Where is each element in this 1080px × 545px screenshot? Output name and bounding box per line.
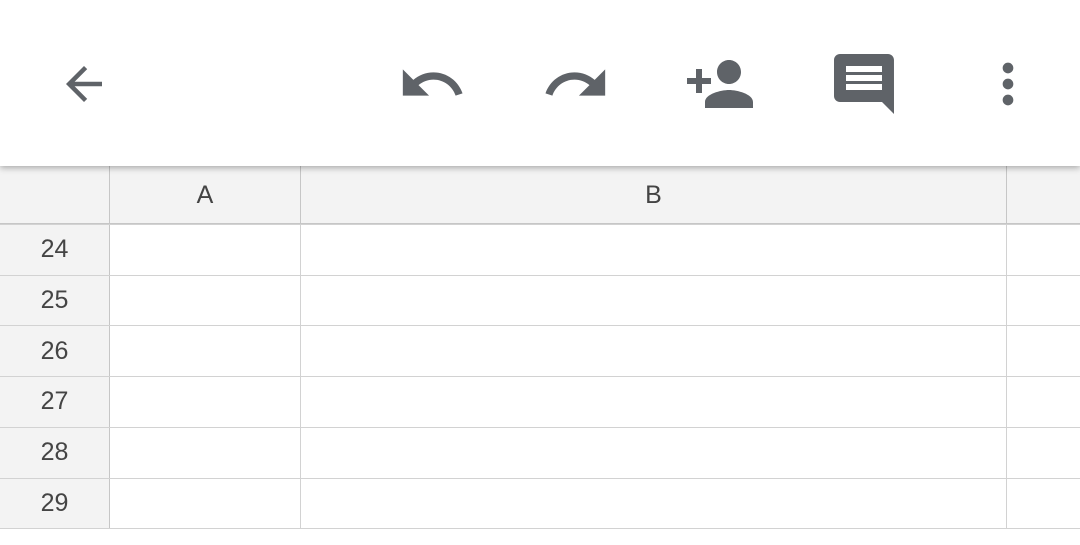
table-row: 26 [0,326,1080,377]
table-row: 29 [0,478,1080,530]
spreadsheet-grid: A B 23 24 25 26 27 [0,166,1080,545]
cell[interactable] [301,275,1007,326]
redo-icon [545,69,606,96]
more-vert-icon [1002,62,1014,106]
table-row: 24 [0,224,1080,276]
column-header-c[interactable] [1007,166,1080,224]
cell[interactable] [1007,224,1080,275]
cell[interactable] [1007,377,1080,427]
cell[interactable] [301,326,1007,376]
cell[interactable] [1007,478,1080,529]
cell[interactable] [110,377,301,427]
cell[interactable] [110,478,301,529]
row-header[interactable]: 24 [0,224,110,275]
share-button[interactable] [680,44,760,124]
back-button[interactable] [44,44,124,124]
column-header-a[interactable]: A [110,166,301,224]
cell[interactable] [1007,326,1080,376]
undo-button[interactable] [392,44,472,124]
select-all-corner[interactable] [0,166,110,224]
row-list: 23 24 25 26 27 [0,174,1080,530]
row-header[interactable]: 28 [0,427,110,478]
redo-button[interactable] [536,44,616,124]
cell[interactable] [301,377,1007,427]
table-row: 28 [0,427,1080,479]
column-header-b[interactable]: B [301,166,1007,224]
cell[interactable] [110,224,301,275]
row-header[interactable]: 29 [0,478,110,529]
cell[interactable] [1007,275,1080,326]
column-header-bar: A B [0,166,1080,224]
comment-icon [834,54,894,114]
cell[interactable] [110,275,301,326]
add-person-icon [687,60,753,108]
table-row: 25 [0,275,1080,327]
table-row: 27 [0,377,1080,428]
row-header[interactable]: 25 [0,275,110,326]
back-arrow-icon [66,66,102,102]
more-options-button[interactable] [968,44,1048,124]
undo-icon [402,69,463,96]
cell[interactable] [110,427,301,478]
comments-button[interactable] [824,44,904,124]
top-toolbar [0,0,1080,166]
cell[interactable] [301,478,1007,529]
cell[interactable] [301,427,1007,478]
cell[interactable] [301,224,1007,275]
cell[interactable] [1007,427,1080,478]
row-header[interactable]: 26 [0,326,110,376]
cell[interactable] [110,326,301,376]
row-header[interactable]: 27 [0,377,110,427]
